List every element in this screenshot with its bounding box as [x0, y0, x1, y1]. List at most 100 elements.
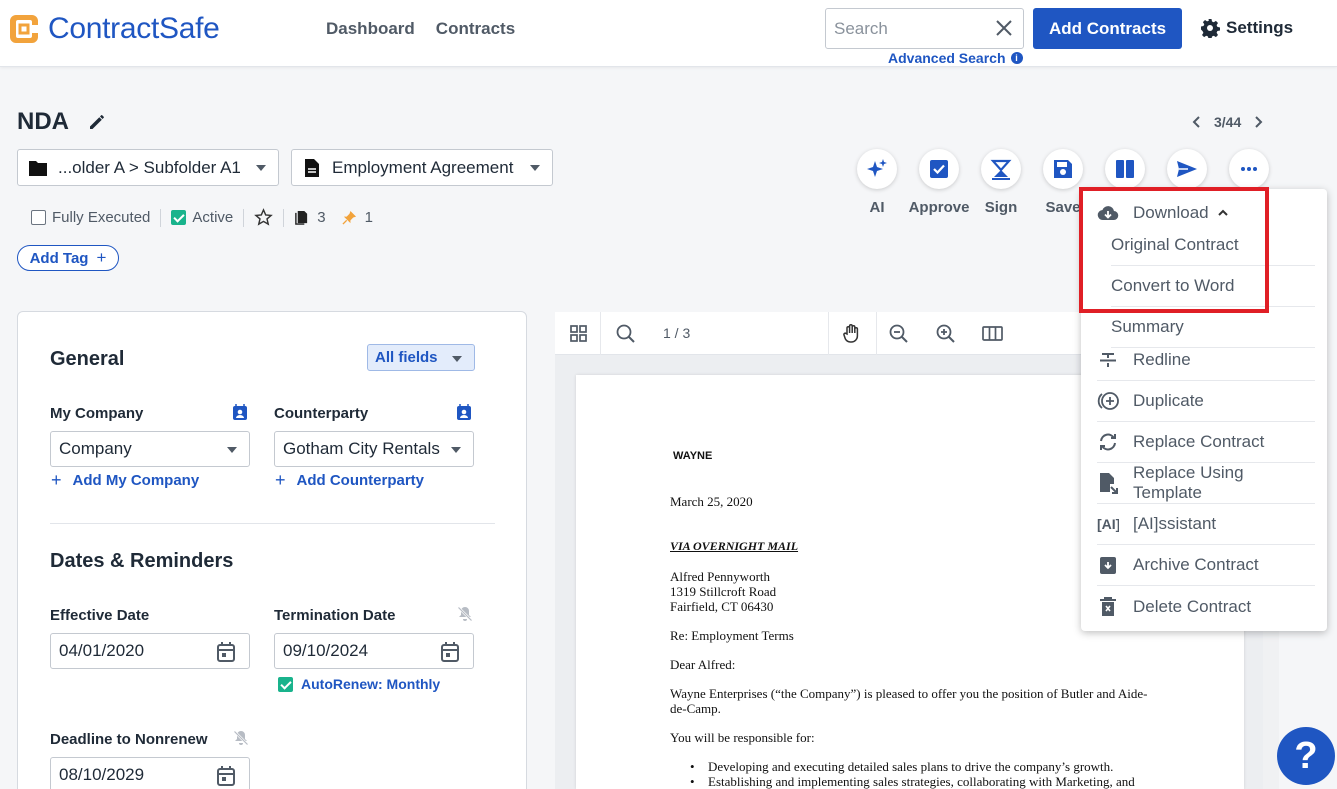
contract-type-select[interactable]: Employment Agreement — [291, 149, 553, 186]
duplicate-icon — [1097, 392, 1119, 410]
divider — [283, 208, 285, 227]
all-fields-select[interactable]: All fields — [367, 344, 475, 371]
caret-down-icon — [530, 165, 540, 171]
divider — [600, 312, 601, 355]
effective-date-input[interactable]: 04/01/2020 — [50, 633, 250, 669]
add-counterparty-link[interactable]: + Add Counterparty — [275, 470, 424, 491]
status-row: Fully Executed Active 3 1 — [31, 208, 373, 227]
calendar-icon[interactable] — [217, 766, 235, 786]
send-icon — [1177, 161, 1197, 177]
add-my-company-label: Add My Company — [72, 472, 200, 489]
more-button[interactable] — [1229, 149, 1269, 189]
gear-icon — [1201, 19, 1220, 38]
close-icon[interactable] — [995, 19, 1013, 37]
doc-greeting: Dear Alfred: — [670, 657, 736, 672]
grid-icon[interactable] — [568, 323, 589, 344]
logo[interactable]: ContractSafe — [6, 11, 220, 47]
menu-ai-assistant[interactable]: [AI] [AI]ssistant — [1097, 504, 1315, 545]
autorenew-checkbox[interactable] — [278, 676, 293, 692]
split-view-button[interactable] — [1105, 149, 1145, 189]
menu-duplicate[interactable]: Duplicate — [1097, 381, 1315, 422]
bell-off-icon[interactable] — [457, 606, 473, 622]
add-contracts-button[interactable]: Add Contracts — [1033, 8, 1182, 49]
folder-select[interactable]: ...older A > Subfolder A1 — [17, 149, 279, 186]
termination-date-label: Termination Date — [274, 607, 396, 624]
sign-label: Sign — [984, 199, 1018, 216]
menu-assistant-label: [AI]ssistant — [1133, 514, 1217, 533]
menu-duplicate-label: Duplicate — [1133, 391, 1204, 410]
add-my-company-link[interactable]: + Add My Company — [51, 470, 199, 491]
section-divider — [50, 523, 495, 524]
contractsafe-logo-icon — [10, 15, 38, 43]
search-icon[interactable] — [615, 323, 636, 344]
plus-icon: + — [51, 470, 62, 490]
contact-card-icon[interactable] — [456, 404, 472, 421]
calendar-icon[interactable] — [217, 642, 235, 662]
folder-icon — [29, 160, 47, 176]
menu-download-label: Download — [1133, 202, 1209, 222]
pencil-icon[interactable] — [87, 112, 107, 132]
menu-archive-contract[interactable]: Archive Contract — [1097, 545, 1315, 586]
zoom-out-icon[interactable] — [888, 323, 909, 344]
autorenew-label: AutoRenew: Monthly — [301, 676, 441, 692]
active-checkbox[interactable] — [171, 210, 187, 225]
autorenew-toggle[interactable]: AutoRenew: Monthly — [278, 676, 440, 692]
zoom-in-icon[interactable] — [935, 323, 956, 344]
menu-replace-contract[interactable]: Replace Contract — [1097, 422, 1315, 463]
sign-button[interactable] — [981, 149, 1021, 189]
termination-date-input[interactable]: 09/10/2024 — [274, 633, 474, 669]
divider — [876, 312, 877, 355]
nav-dashboard[interactable]: Dashboard — [326, 19, 415, 39]
doc-para-line-1: Wayne Enterprises (“the Company”) is ple… — [670, 686, 1148, 701]
checkbox-icon — [930, 160, 948, 178]
pin-icon — [342, 210, 356, 225]
page-layout-icon[interactable] — [982, 323, 1003, 344]
divider — [828, 312, 829, 355]
approve-label: Approve — [908, 199, 970, 216]
nav-contracts[interactable]: Contracts — [436, 19, 515, 39]
chevron-right-icon[interactable] — [1251, 115, 1265, 129]
add-tag-button[interactable]: Add Tag + — [17, 245, 119, 271]
deadline-nonrenew-input[interactable]: 08/10/2029 — [50, 757, 250, 789]
doc-address-1: Alfred Pennyworth — [670, 569, 771, 584]
folder-value: ...older A > Subfolder A1 — [58, 157, 241, 177]
contact-card-icon[interactable] — [232, 404, 248, 421]
approve-button[interactable] — [919, 149, 959, 189]
my-company-select[interactable]: Company — [50, 431, 250, 467]
more-actions-menu: Download Original Contract Convert to Wo… — [1081, 189, 1327, 631]
files-icon — [295, 210, 308, 225]
effective-date-value: 04/01/2020 — [59, 641, 145, 660]
counterparty-select[interactable]: Gotham City Rentals — [274, 431, 474, 467]
deadline-nonrenew-value: 08/10/2029 — [59, 765, 145, 784]
more-icon — [1241, 167, 1257, 171]
bell-off-icon[interactable] — [233, 730, 249, 746]
calendar-icon[interactable] — [441, 642, 459, 662]
plus-icon: + — [275, 470, 286, 490]
menu-replace-using-template[interactable]: Replace Using Template — [1097, 463, 1315, 504]
star-icon[interactable] — [254, 208, 274, 227]
pan-hand-icon[interactable] — [841, 323, 862, 344]
send-button[interactable] — [1167, 149, 1207, 189]
document-icon — [305, 158, 319, 177]
menu-delete-contract[interactable]: Delete Contract — [1097, 586, 1315, 627]
menu-convert-to-word[interactable]: Convert to Word — [1111, 266, 1315, 307]
caret-down-icon — [451, 447, 461, 453]
fully-executed-checkbox[interactable] — [31, 210, 46, 225]
viewer-toolbar: 1 / 3 — [555, 312, 1085, 355]
my-company-label: My Company — [50, 405, 144, 422]
info-icon: i — [1010, 52, 1023, 64]
menu-redline[interactable]: Redline — [1097, 340, 1315, 381]
search-input[interactable] — [826, 9, 976, 48]
help-button[interactable]: ? — [1277, 727, 1335, 785]
menu-convert-label: Convert to Word — [1111, 276, 1235, 295]
counterparty-value: Gotham City Rentals — [283, 439, 440, 458]
save-button[interactable] — [1043, 149, 1083, 189]
general-heading: General — [50, 348, 125, 370]
settings-button[interactable]: Settings — [1200, 18, 1293, 38]
menu-original-contract[interactable]: Original Contract — [1111, 225, 1315, 266]
advanced-search-link[interactable]: Advanced Search i — [888, 50, 1023, 66]
chevron-left-icon[interactable] — [1190, 115, 1204, 129]
ai-button[interactable] — [857, 149, 897, 189]
ai-bracket-icon: [AI] — [1097, 516, 1119, 532]
doc-date: March 25, 2020 — [670, 494, 753, 509]
